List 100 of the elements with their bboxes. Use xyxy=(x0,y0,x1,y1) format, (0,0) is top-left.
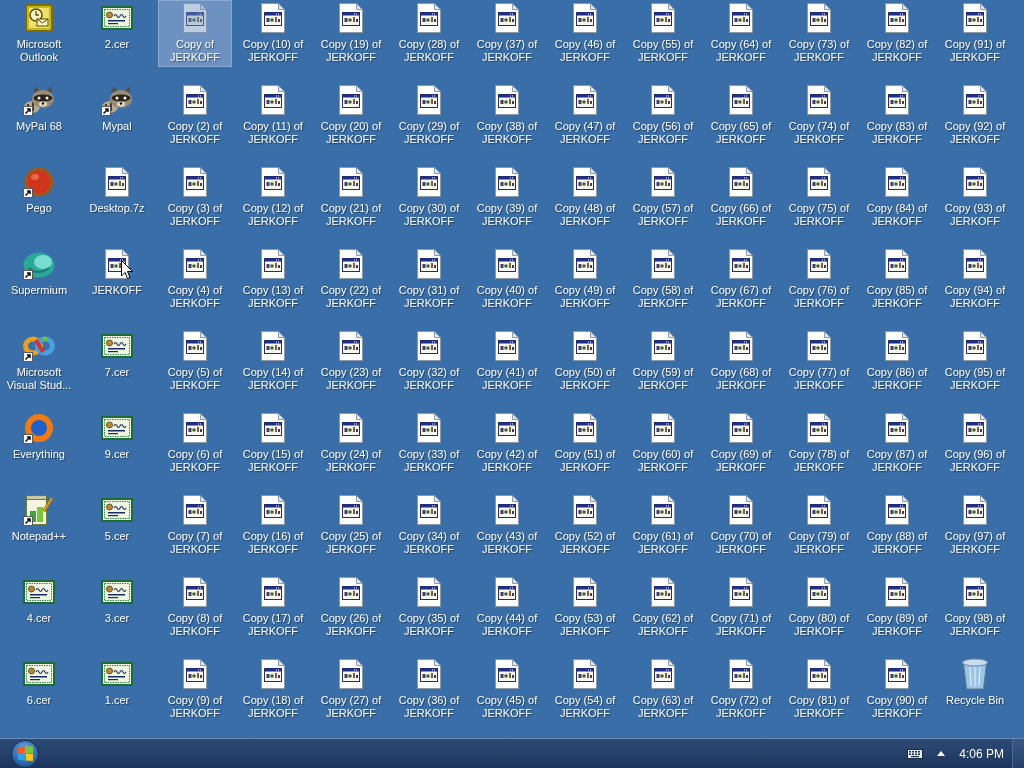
desktop-item[interactable]: Copy (92) of JERKOFF xyxy=(938,82,1012,149)
desktop-item[interactable]: Copy (97) of JERKOFF xyxy=(938,492,1012,559)
desktop-item[interactable]: Copy (98) of JERKOFF xyxy=(938,574,1012,641)
desktop-item[interactable]: Copy (51) of JERKOFF xyxy=(548,410,622,477)
desktop-item[interactable]: Copy (93) of JERKOFF xyxy=(938,164,1012,231)
desktop-item[interactable]: Copy (57) of JERKOFF xyxy=(626,164,700,231)
desktop-item[interactable]: Copy (68) of JERKOFF xyxy=(704,328,778,395)
desktop-item[interactable]: Copy (43) of JERKOFF xyxy=(470,492,544,559)
desktop-item[interactable]: Copy (80) of JERKOFF xyxy=(782,574,856,641)
desktop-item[interactable]: Copy (88) of JERKOFF xyxy=(860,492,934,559)
desktop-item[interactable]: Copy (74) of JERKOFF xyxy=(782,82,856,149)
desktop-item[interactable]: Copy (72) of JERKOFF xyxy=(704,656,778,723)
desktop-item[interactable]: Microsoft Visual Stud... xyxy=(2,328,76,395)
desktop-item[interactable]: Copy (61) of JERKOFF xyxy=(626,492,700,559)
desktop-item[interactable]: Copy (21) of JERKOFF xyxy=(314,164,388,231)
desktop-item[interactable]: Copy (47) of JERKOFF xyxy=(548,82,622,149)
desktop-item[interactable]: Copy (77) of JERKOFF xyxy=(782,328,856,395)
desktop-item[interactable]: 1.cer xyxy=(97,656,137,710)
desktop-item[interactable]: Copy (16) of JERKOFF xyxy=(236,492,310,559)
clock[interactable]: 4:06 PM xyxy=(959,746,1004,761)
desktop-item[interactable]: Copy (76) of JERKOFF xyxy=(782,246,856,313)
desktop-item[interactable]: Copy (11) of JERKOFF xyxy=(236,82,310,149)
desktop-item[interactable]: Copy (20) of JERKOFF xyxy=(314,82,388,149)
desktop-item[interactable]: 6.cer xyxy=(19,656,59,710)
desktop-item[interactable]: 4.cer xyxy=(19,574,59,628)
desktop-item[interactable]: Recycle Bin xyxy=(941,656,1009,710)
start-button[interactable] xyxy=(11,739,39,768)
desktop-item[interactable]: Copy (10) of JERKOFF xyxy=(236,0,310,67)
desktop-item[interactable]: Copy (59) of JERKOFF xyxy=(626,328,700,395)
desktop-item[interactable]: Copy (19) of JERKOFF xyxy=(314,0,388,67)
desktop-item[interactable]: Copy (3) of JERKOFF xyxy=(158,164,232,231)
desktop-item[interactable]: JERKOFF xyxy=(87,246,147,300)
desktop-item[interactable]: Copy (55) of JERKOFF xyxy=(626,0,700,67)
desktop-item[interactable]: Copy (87) of JERKOFF xyxy=(860,410,934,477)
desktop-item[interactable]: Copy (12) of JERKOFF xyxy=(236,164,310,231)
desktop-item[interactable]: Copy (89) of JERKOFF xyxy=(860,574,934,641)
desktop-item[interactable]: Copy (8) of JERKOFF xyxy=(158,574,232,641)
desktop-item[interactable]: Copy (23) of JERKOFF xyxy=(314,328,388,395)
desktop-item[interactable]: Copy (30) of JERKOFF xyxy=(392,164,466,231)
desktop-item[interactable]: Supermium xyxy=(6,246,72,300)
desktop-item[interactable]: Mypal xyxy=(97,82,137,136)
desktop-item[interactable]: Copy (24) of JERKOFF xyxy=(314,410,388,477)
desktop-item[interactable]: Copy (65) of JERKOFF xyxy=(704,82,778,149)
desktop-item[interactable]: Copy (25) of JERKOFF xyxy=(314,492,388,559)
desktop-item[interactable]: 7.cer xyxy=(97,328,137,382)
desktop-item[interactable]: Copy (26) of JERKOFF xyxy=(314,574,388,641)
desktop-item[interactable]: Copy (31) of JERKOFF xyxy=(392,246,466,313)
desktop-item[interactable]: Copy (29) of JERKOFF xyxy=(392,82,466,149)
desktop-item[interactable]: Copy (37) of JERKOFF xyxy=(470,0,544,67)
desktop-item[interactable]: Copy (4) of JERKOFF xyxy=(158,246,232,313)
desktop-item[interactable]: 5.cer xyxy=(97,492,137,546)
desktop-item[interactable]: Copy (22) of JERKOFF xyxy=(314,246,388,313)
desktop-item[interactable]: Copy (85) of JERKOFF xyxy=(860,246,934,313)
desktop-item[interactable]: 2.cer xyxy=(97,0,137,54)
desktop-item[interactable]: Copy (34) of JERKOFF xyxy=(392,492,466,559)
desktop-item[interactable]: Copy (73) of JERKOFF xyxy=(782,0,856,67)
desktop-item[interactable]: Copy (86) of JERKOFF xyxy=(860,328,934,395)
desktop-item[interactable]: Copy (58) of JERKOFF xyxy=(626,246,700,313)
desktop-item[interactable]: Copy (82) of JERKOFF xyxy=(860,0,934,67)
desktop-item[interactable]: Copy (53) of JERKOFF xyxy=(548,574,622,641)
desktop-item[interactable]: Copy (2) of JERKOFF xyxy=(158,82,232,149)
desktop-item[interactable]: Copy (63) of JERKOFF xyxy=(626,656,700,723)
desktop-item[interactable]: Copy (39) of JERKOFF xyxy=(470,164,544,231)
desktop-item[interactable]: Copy (9) of JERKOFF xyxy=(158,656,232,723)
desktop-item[interactable]: Copy (32) of JERKOFF xyxy=(392,328,466,395)
desktop-item[interactable]: Copy (95) of JERKOFF xyxy=(938,328,1012,395)
desktop-item[interactable]: Copy (83) of JERKOFF xyxy=(860,82,934,149)
desktop-item[interactable]: Copy (7) of JERKOFF xyxy=(158,492,232,559)
desktop-item[interactable]: Copy (70) of JERKOFF xyxy=(704,492,778,559)
desktop-item[interactable]: Copy (33) of JERKOFF xyxy=(392,410,466,477)
desktop-item[interactable]: Copy (78) of JERKOFF xyxy=(782,410,856,477)
desktop-item[interactable]: 3.cer xyxy=(97,574,137,628)
desktop-item[interactable]: Copy (45) of JERKOFF xyxy=(470,656,544,723)
desktop-item[interactable]: Everything xyxy=(9,410,69,464)
desktop-item[interactable]: Copy (28) of JERKOFF xyxy=(392,0,466,67)
desktop-item[interactable]: Microsoft Outlook xyxy=(2,0,76,67)
desktop-item[interactable]: Copy (6) of JERKOFF xyxy=(158,410,232,477)
desktop-item[interactable]: 9.cer xyxy=(97,410,137,464)
desktop-item[interactable]: Copy (42) of JERKOFF xyxy=(470,410,544,477)
desktop-item[interactable]: Copy (15) of JERKOFF xyxy=(236,410,310,477)
desktop-item[interactable]: Copy (5) of JERKOFF xyxy=(158,328,232,395)
desktop-item[interactable]: Copy (44) of JERKOFF xyxy=(470,574,544,641)
keyboard-icon[interactable] xyxy=(907,748,924,759)
desktop-item[interactable]: Copy (67) of JERKOFF xyxy=(704,246,778,313)
desktop-item[interactable]: Copy (48) of JERKOFF xyxy=(548,164,622,231)
desktop-item[interactable]: Copy (69) of JERKOFF xyxy=(704,410,778,477)
desktop-item[interactable]: Copy (49) of JERKOFF xyxy=(548,246,622,313)
desktop-item[interactable]: Copy (56) of JERKOFF xyxy=(626,82,700,149)
desktop-item[interactable]: MyPal 68 xyxy=(12,82,66,136)
desktop-item[interactable]: Copy (36) of JERKOFF xyxy=(392,656,466,723)
desktop-item[interactable]: Copy (91) of JERKOFF xyxy=(938,0,1012,67)
desktop-item[interactable]: Copy (54) of JERKOFF xyxy=(548,656,622,723)
desktop-item[interactable]: Copy (64) of JERKOFF xyxy=(704,0,778,67)
desktop-item[interactable]: Copy (90) of JERKOFF xyxy=(860,656,934,723)
desktop-item[interactable]: Copy (13) of JERKOFF xyxy=(236,246,310,313)
desktop-item[interactable]: Copy (46) of JERKOFF xyxy=(548,0,622,67)
desktop-item[interactable]: Copy (62) of JERKOFF xyxy=(626,574,700,641)
desktop-item[interactable]: Copy (40) of JERKOFF xyxy=(470,246,544,313)
desktop-item[interactable]: Copy (94) of JERKOFF xyxy=(938,246,1012,313)
desktop-item[interactable]: Copy (84) of JERKOFF xyxy=(860,164,934,231)
